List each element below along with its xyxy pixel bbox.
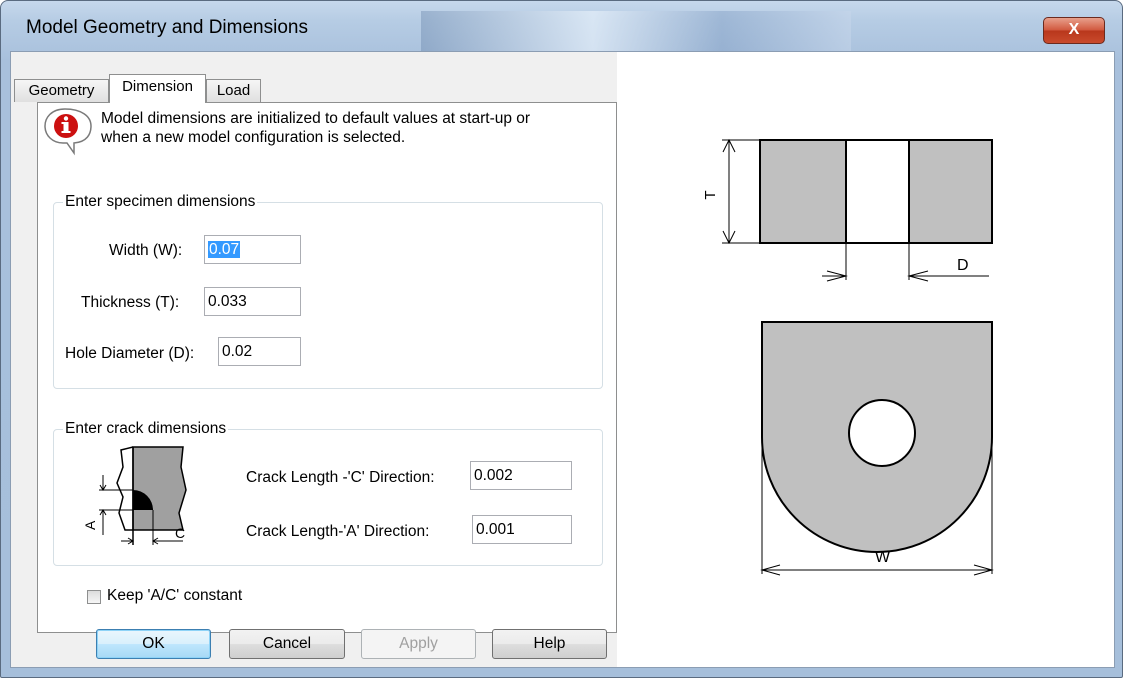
thickness-t-label: T xyxy=(702,190,719,199)
close-button[interactable]: X xyxy=(1043,17,1105,44)
width-value: 0.07 xyxy=(208,241,241,258)
width-label: Width (W): xyxy=(109,242,183,259)
hole-diameter-label: Hole Diameter (D): xyxy=(65,345,195,362)
keep-ac-constant-label: Keep 'A/C' constant xyxy=(107,587,243,604)
keep-ac-constant-checkbox[interactable] xyxy=(87,590,101,604)
title-bar[interactable]: Model Geometry and Dimensions X xyxy=(1,1,1122,53)
hole-d-label: D xyxy=(957,257,969,274)
tab-load[interactable]: Load xyxy=(206,79,261,102)
title-bar-glass xyxy=(421,11,851,53)
specimen-group-label: Enter specimen dimensions xyxy=(63,193,258,211)
left-panel: Geometry Dimension Load Model dimensions… xyxy=(11,52,617,667)
crack-diagram: A C xyxy=(82,446,187,545)
crack-a-direction-input[interactable]: 0.001 xyxy=(472,515,572,544)
width-w-label: W xyxy=(875,549,891,566)
thickness-input[interactable]: 0.033 xyxy=(204,287,301,316)
width-input[interactable]: 0.07 xyxy=(204,235,301,264)
crack-group-label: Enter crack dimensions xyxy=(63,420,229,438)
hole-circle xyxy=(848,399,916,467)
hole-section xyxy=(845,139,910,244)
crack-a-label: A xyxy=(82,520,98,530)
cancel-button[interactable]: Cancel xyxy=(229,629,345,659)
hole-diameter-input[interactable]: 0.02 xyxy=(218,337,301,366)
thickness-label: Thickness (T): xyxy=(81,294,180,311)
specimen-geometry-diagram: T D W xyxy=(702,138,994,576)
ok-button[interactable]: OK xyxy=(96,629,211,659)
crack-c-label: C xyxy=(175,525,185,541)
apply-button[interactable]: Apply xyxy=(361,629,476,659)
dialog-client-area: Geometry Dimension Load Model dimensions… xyxy=(10,51,1115,668)
info-message-line2: when a new model configuration is select… xyxy=(101,129,406,146)
crack-a-direction-label: Crack Length-'A' Direction: xyxy=(246,523,430,540)
crack-c-direction-input[interactable]: 0.002 xyxy=(470,461,572,490)
dialog-window: Model Geometry and Dimensions X Geometry… xyxy=(0,0,1123,678)
window-title: Model Geometry and Dimensions xyxy=(26,17,308,38)
help-button[interactable]: Help xyxy=(492,629,607,659)
info-message: Model dimensions are initialized to defa… xyxy=(101,109,530,147)
info-message-line1: Model dimensions are initialized to defa… xyxy=(101,110,531,127)
crack-c-direction-label: Crack Length -'C' Direction: xyxy=(246,469,435,486)
tab-geometry[interactable]: Geometry xyxy=(14,79,109,102)
tab-dimension[interactable]: Dimension xyxy=(109,74,206,103)
info-icon xyxy=(44,108,92,156)
